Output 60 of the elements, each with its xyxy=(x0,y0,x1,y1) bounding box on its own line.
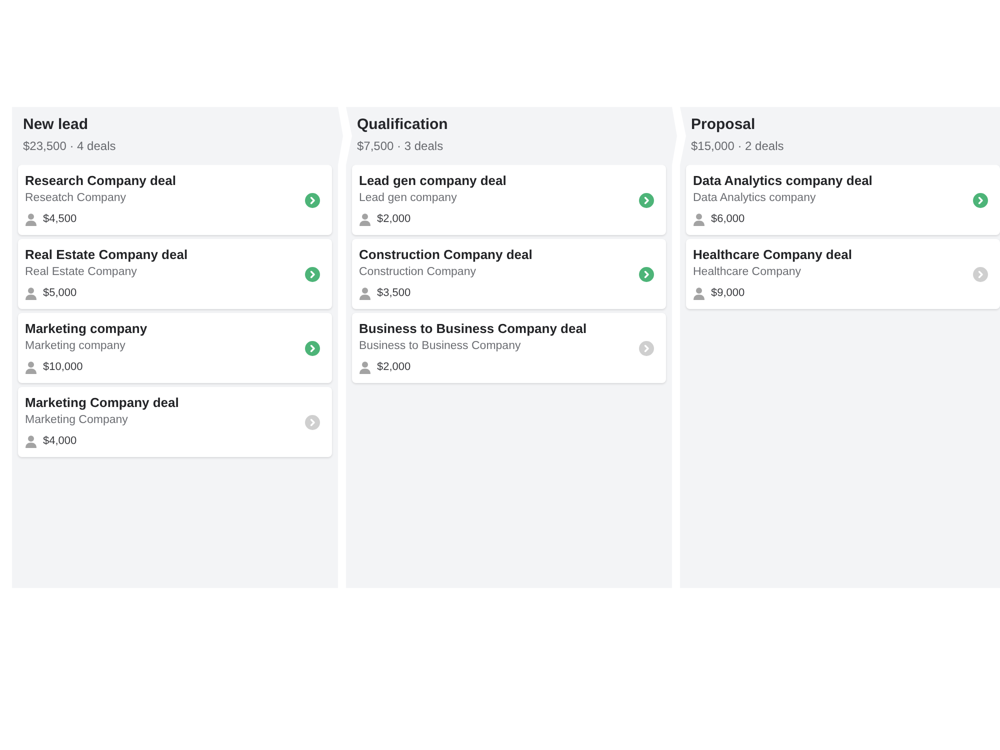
deal-value: $10,000 xyxy=(43,360,83,375)
deal-title: Business to Business Company deal xyxy=(359,321,587,337)
company-name: Reseatch Company xyxy=(25,191,127,206)
company-name: Business to Business Company xyxy=(359,339,522,354)
person-icon xyxy=(25,212,37,226)
person-icon xyxy=(359,360,371,374)
chevron-circle-icon[interactable] xyxy=(639,192,654,208)
chevron-circle-icon[interactable] xyxy=(305,414,320,430)
chevron-circle-icon[interactable] xyxy=(973,266,988,282)
deal-card[interactable]: Real Estate Company deal Real Estate Company $5,000 xyxy=(18,239,332,309)
deal-value: $3,500 xyxy=(377,286,411,301)
company-name: Marketing company xyxy=(25,339,126,354)
deal-title: Lead gen company deal xyxy=(359,173,506,189)
deal-value: $4,000 xyxy=(43,434,77,449)
person-icon xyxy=(359,212,371,226)
stage-summary: $15,000 · 2 deals xyxy=(691,138,785,154)
deal-title: Real Estate Company deal xyxy=(25,247,188,263)
deal-value: $5,000 xyxy=(43,286,77,301)
chevron-circle-icon[interactable] xyxy=(639,266,654,282)
deal-title: Data Analytics company deal xyxy=(693,173,872,189)
deal-card[interactable]: Marketing company Marketing company $10,000 xyxy=(18,313,332,383)
chevron-circle-icon[interactable] xyxy=(639,340,654,356)
deal-card[interactable]: Business to Business Company deal Business to Business Company $2,000 xyxy=(352,313,666,383)
deal-title: Marketing company xyxy=(25,321,148,337)
company-name: Lead gen company xyxy=(359,191,458,206)
deal-card[interactable]: Construction Company deal Construction Company $3,500 xyxy=(352,239,666,309)
stage-title: New lead xyxy=(23,116,90,134)
deal-value: $6,000 xyxy=(711,212,745,227)
deal-title: Marketing Company deal xyxy=(25,395,179,411)
deal-card[interactable]: Lead gen company deal Lead gen company $2,000 xyxy=(352,165,666,235)
chevron-circle-icon[interactable] xyxy=(973,192,988,208)
chevron-circle-icon[interactable] xyxy=(305,266,320,282)
deal-card[interactable]: Marketing Company deal Marketing Company $4,000 xyxy=(18,387,332,457)
deal-value: $2,000 xyxy=(377,212,411,227)
deal-title: Healthcare Company deal xyxy=(693,247,852,263)
deal-value: $9,000 xyxy=(711,286,745,301)
stage-summary: $7,500 · 3 deals xyxy=(357,138,444,154)
deal-card[interactable]: Data Analytics company deal Data Analytics company $6,000 xyxy=(686,165,1000,235)
company-name: Construction Company xyxy=(359,265,477,280)
deal-value: $2,000 xyxy=(377,360,411,375)
person-icon xyxy=(693,212,705,226)
deal-card[interactable]: Healthcare Company deal Healthcare Company $9,000 xyxy=(686,239,1000,309)
deal-value: $4,500 xyxy=(43,212,77,227)
deal-title: Research Company deal xyxy=(25,173,176,189)
chevron-circle-icon[interactable] xyxy=(305,192,320,208)
deal-title: Construction Company deal xyxy=(359,247,532,263)
chevron-circle-icon[interactable] xyxy=(305,340,320,356)
person-icon xyxy=(25,286,37,300)
person-icon xyxy=(359,286,371,300)
deal-card[interactable]: Research Company deal Reseatch Company $4,500 xyxy=(18,165,332,235)
company-name: Data Analytics company xyxy=(693,191,817,206)
company-name: Real Estate Company xyxy=(25,265,138,280)
person-icon xyxy=(693,286,705,300)
person-icon xyxy=(25,434,37,448)
stage-summary: $23,500 · 4 deals xyxy=(23,138,117,154)
stage-title: Qualification xyxy=(357,116,449,134)
company-name: Marketing Company xyxy=(25,413,129,428)
stage-title: Proposal xyxy=(691,116,756,134)
person-icon xyxy=(25,360,37,374)
company-name: Healthcare Company xyxy=(693,265,802,280)
